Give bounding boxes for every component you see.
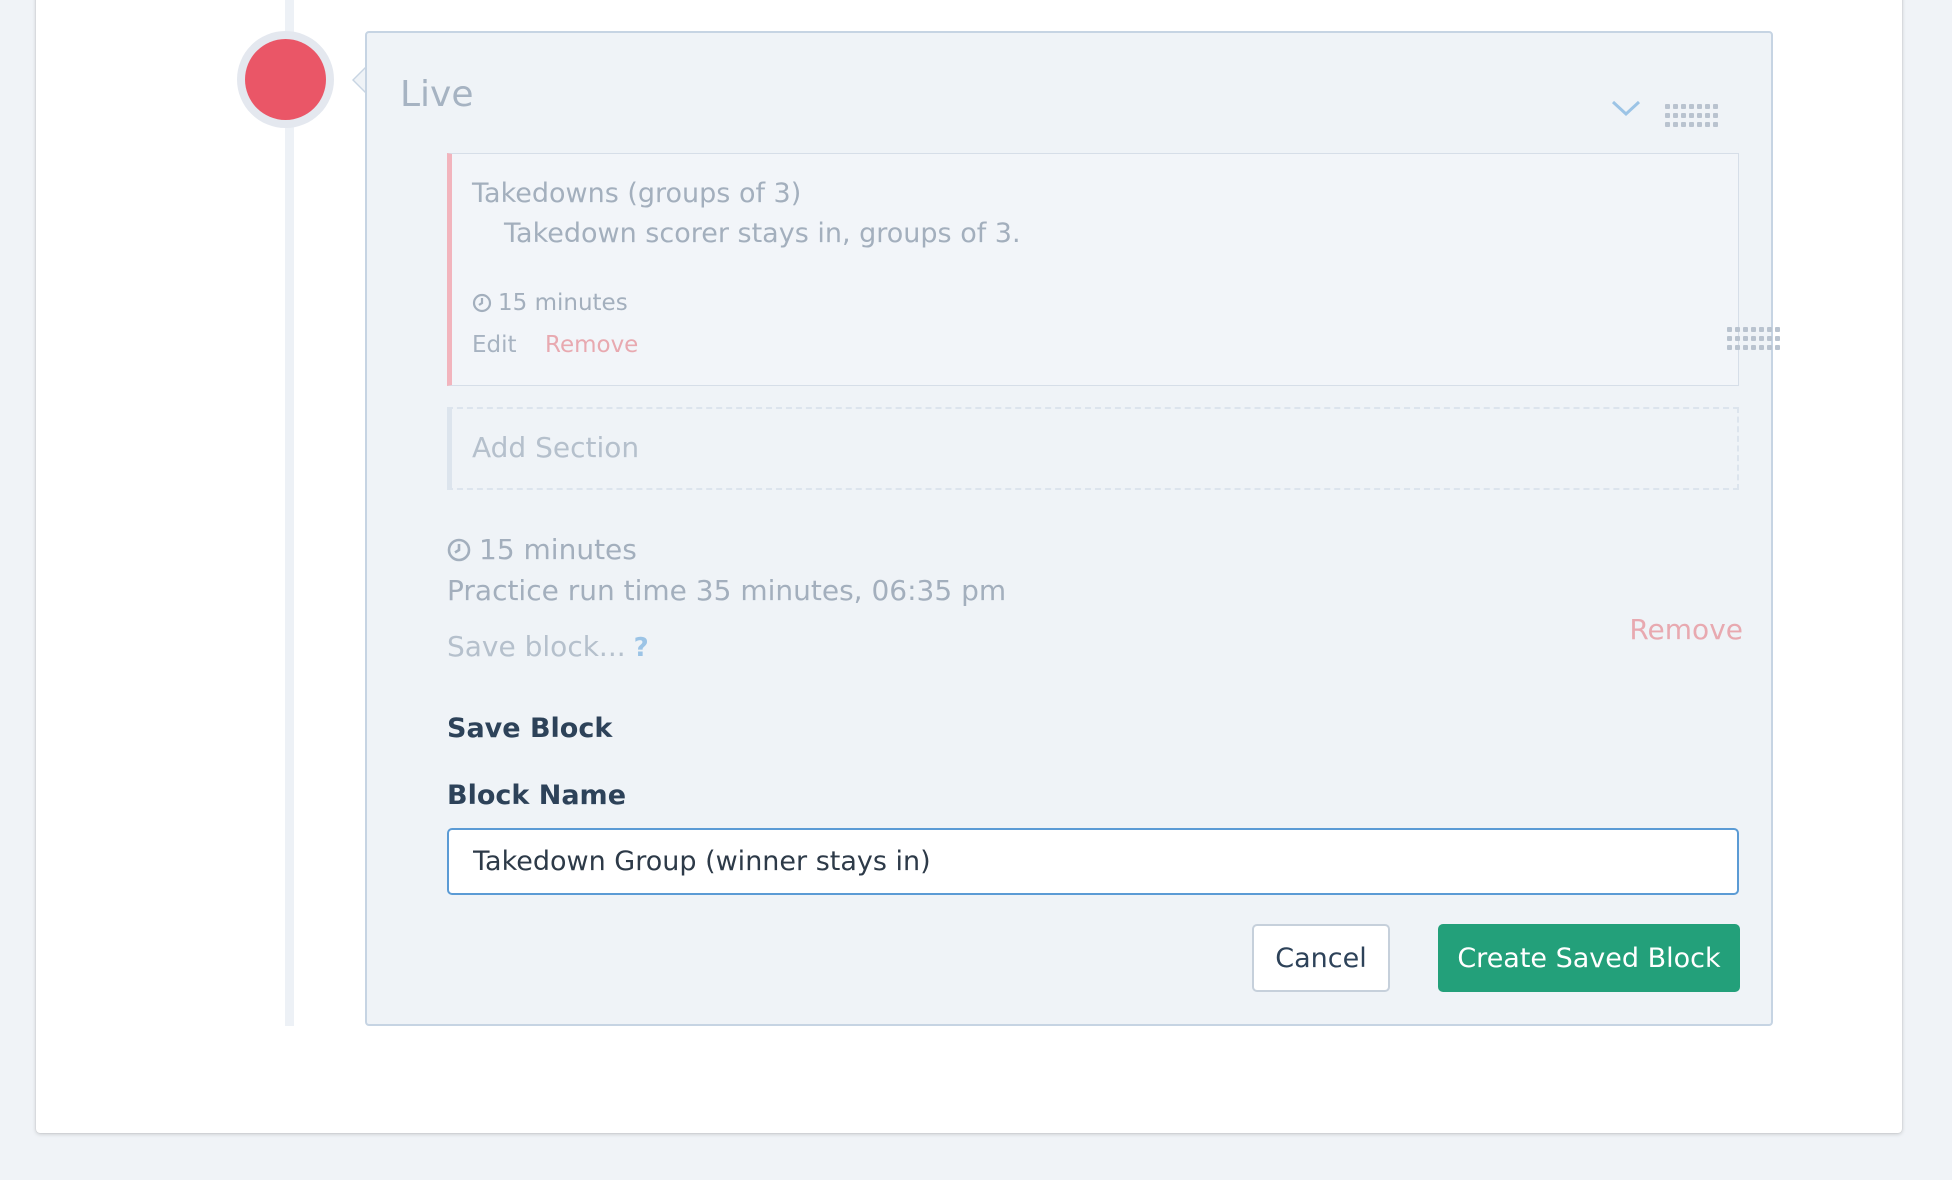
drag-handle-icon[interactable]: [1727, 327, 1780, 350]
chevron-down-icon[interactable]: [1610, 97, 1642, 119]
timeline-line: [285, 0, 294, 1026]
drag-handle-icon[interactable]: [1665, 104, 1718, 127]
clock-icon: [472, 293, 492, 313]
block-duration: 15 minutes: [447, 533, 637, 566]
section-remove-link[interactable]: Remove: [545, 332, 638, 358]
add-section-button[interactable]: Add Section: [447, 407, 1739, 490]
section-title: Takedowns (groups of 3): [472, 178, 802, 209]
page-card: Live Takedowns (groups of 3) Takedown sc…: [36, 0, 1902, 1133]
cancel-button[interactable]: Cancel: [1252, 924, 1390, 992]
block-title: Live: [400, 74, 474, 115]
save-block-heading: Save Block: [447, 713, 613, 744]
help-icon[interactable]: ?: [634, 633, 649, 663]
block-panel: Live Takedowns (groups of 3) Takedown sc…: [365, 31, 1780, 1026]
practice-run-time: Practice run time 35 minutes, 06:35 pm: [447, 574, 1007, 607]
section-description: Takedown scorer stays in, groups of 3.: [504, 218, 1021, 249]
timeline-dot: [237, 31, 334, 128]
section-card: Takedowns (groups of 3) Takedown scorer …: [447, 153, 1780, 386]
save-block-link[interactable]: Save block...?: [447, 630, 649, 663]
block-name-label: Block Name: [447, 780, 627, 811]
add-section-label: Add Section: [472, 431, 640, 464]
block-duration-text: 15 minutes: [479, 533, 637, 566]
clock-icon: [447, 538, 471, 561]
block-name-input[interactable]: [447, 828, 1739, 895]
section-duration: 15 minutes: [472, 290, 628, 316]
section-edit-link[interactable]: Edit: [472, 332, 517, 358]
save-block-label[interactable]: Save block...: [447, 630, 626, 663]
block-remove-link[interactable]: Remove: [1629, 613, 1743, 646]
section-duration-text: 15 minutes: [498, 290, 628, 316]
create-saved-block-button[interactable]: Create Saved Block: [1438, 924, 1740, 992]
